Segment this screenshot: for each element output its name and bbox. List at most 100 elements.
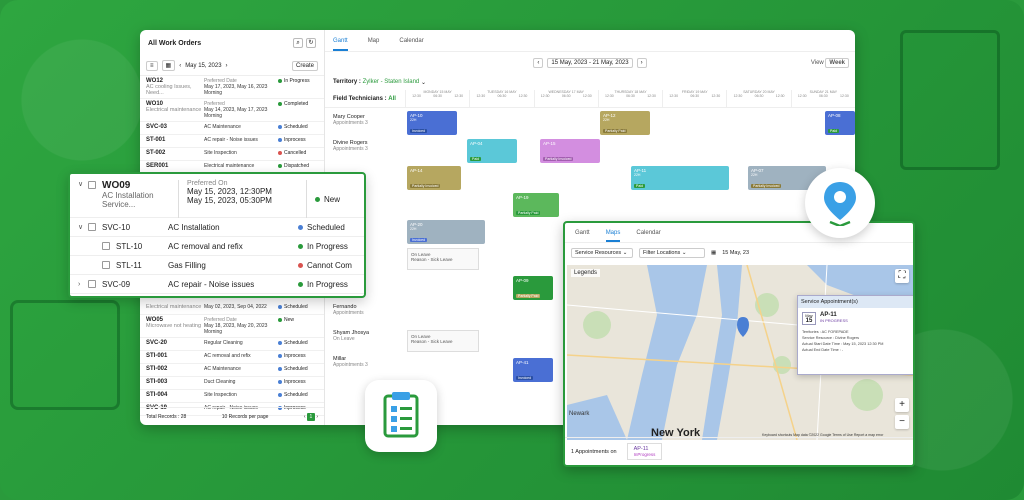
table-row[interactable]: WO05 Microwave not heating Preferred Date M… (140, 315, 324, 338)
status-dot (278, 318, 282, 322)
prev-week-icon[interactable]: ‹ (533, 58, 544, 68)
wo-status-cell: Inprocess (278, 379, 318, 385)
wo-id-cell: SVC-20 (146, 340, 168, 346)
technician-row[interactable]: Divine Rogers Appointments 3 (333, 140, 368, 152)
wo-date-cell: AC repair - Noise issues (204, 137, 258, 143)
status-dot (298, 281, 303, 287)
table-row[interactable]: ST-001 AC repair - Noise issues Inprocess (140, 135, 324, 148)
checkbox[interactable] (102, 261, 110, 269)
fullscreen-icon[interactable]: ⛶ (895, 269, 909, 283)
service-resources-select[interactable]: Service Resources ⌄ (571, 248, 633, 258)
chevron-icon[interactable]: › (78, 281, 88, 288)
wo-card-header[interactable]: ∨ WO09 AC Installation Service... Prefer… (70, 174, 364, 218)
tab-calendar[interactable]: Calendar (636, 230, 660, 236)
prev-date-icon[interactable]: ‹ (179, 63, 181, 69)
popup-detail-line: Actual End Date Time : - (802, 348, 844, 352)
tab-calendar[interactable]: Calendar (399, 38, 423, 44)
wo-card-desc1: AC Installation (102, 191, 154, 200)
chevron-down-icon[interactable]: ∨ (78, 180, 88, 188)
status-dot (278, 305, 282, 309)
table-row[interactable]: STI-003 Duct Cleaning Inprocess (140, 377, 324, 390)
map-canvas[interactable]: Legends New York Newark Keyboard shortcu… (567, 265, 913, 440)
technician-row[interactable]: Mary Cooper Appointments 3 (333, 114, 368, 126)
appointment-bar[interactable]: AP-41 Invoiced (513, 358, 553, 382)
map-date[interactable]: 15 May, 23 (722, 250, 749, 256)
service-row[interactable]: › SVC-09 AC repair - Noise issues In Progre… (70, 275, 364, 294)
checkbox[interactable] (88, 181, 96, 189)
status-badge: Scheduled (284, 304, 308, 310)
zoom-out-button[interactable]: − (895, 415, 909, 429)
status-badge: Cancelled (284, 150, 307, 156)
work-orders-date[interactable]: May 15, 2023 (185, 63, 221, 69)
next-date-icon[interactable]: › (226, 63, 228, 69)
tab-gantt[interactable]: Gantt (575, 230, 590, 236)
status-badge: Inprocess (284, 379, 306, 385)
next-week-icon[interactable]: › (636, 58, 647, 68)
technician-row[interactable]: Millar Appointments 3 (333, 356, 368, 368)
refresh-icon[interactable]: ↻ (306, 38, 316, 48)
appointment-bar[interactable]: AP-08 Paid (825, 111, 855, 135)
chevron-down-icon[interactable]: ⌄ (419, 79, 426, 86)
checkbox[interactable] (88, 280, 96, 288)
appointments-count: 1 Appointments on (571, 448, 617, 455)
wo-status-cell: Scheduled (278, 304, 318, 310)
appointment-bar[interactable]: AP-19 Partially Paid (513, 193, 559, 217)
wo-date-cell: Duct Cleaning (204, 379, 236, 385)
wo-id-cell: ST-002 (146, 150, 166, 156)
service-row[interactable]: STL-11 Gas Filling Cannot Com (70, 256, 364, 275)
appointment-bar[interactable]: AP-04 Paid (467, 139, 517, 163)
tab-gantt[interactable]: Gantt (333, 38, 348, 51)
appointment-bar[interactable]: AP-12 22H Partially Paid (600, 111, 650, 135)
filter-icon[interactable]: ≡ (146, 60, 158, 71)
field-tech-filter[interactable]: Field Technicians : All (325, 90, 405, 107)
appointment-bar[interactable]: AP-14 Partially Invoiced (407, 166, 461, 190)
calendar-icon[interactable]: ▦ (711, 250, 716, 256)
appointment-bar[interactable]: AP-10 22H Invoiced (407, 111, 457, 135)
table-row[interactable]: SVC-20 Regular Cleaning Scheduled (140, 338, 324, 351)
work-orders-title[interactable]: All Work Orders (148, 40, 201, 47)
appointment-bar[interactable]: AP-15 Partially Invoiced (540, 139, 600, 163)
calendar-icon[interactable]: ▦ (161, 60, 176, 71)
table-row[interactable]: STI-002 AC Maintenance Scheduled (140, 364, 324, 377)
table-row[interactable]: WO12 AC cooling Issues, Need... Preferred … (140, 76, 324, 99)
view-selector[interactable]: View Week (811, 58, 849, 68)
service-row[interactable]: ∨ SVC-10 AC Installation Scheduled (70, 218, 364, 237)
filter-locations-select[interactable]: Filter Locations ⌄ (639, 248, 705, 258)
checkbox[interactable] (88, 223, 96, 231)
popup-date-badge: May 15 (802, 312, 816, 325)
appointment-bar[interactable]: AP-11 22H Paid (631, 166, 729, 190)
wo-id-cell: ST-001 (146, 137, 166, 143)
next-page-icon[interactable]: › (316, 414, 318, 420)
table-row[interactable]: Electrical maintenance May 02, 2023, Sep … (140, 302, 324, 315)
date-range[interactable]: 15 May, 2023 - 21 May, 2023 (547, 58, 633, 68)
table-row[interactable]: STI-004 Site Inspection Scheduled (140, 390, 324, 403)
create-button[interactable]: Create (291, 60, 318, 71)
wo-status-cell: Completed (278, 101, 318, 107)
chevron-icon[interactable]: ∨ (78, 223, 88, 231)
tab-map[interactable]: Map (368, 38, 380, 44)
leave-block[interactable]: On Leave Reason - Sick Leave (407, 330, 479, 352)
table-row[interactable]: STI-001 AC removal and refix Inprocess (140, 351, 324, 364)
search-icon[interactable]: ⌕ (293, 38, 303, 48)
service-row[interactable]: STL-10 AC removal and refix In Progress (70, 237, 364, 256)
prev-page-icon[interactable]: ‹ (304, 414, 306, 420)
page-number[interactable]: 1 (306, 412, 315, 421)
leave-block[interactable]: On Leave Reason - Sick Leave (407, 248, 479, 270)
table-row[interactable]: WO10 Electrical maintenance Preferred May 1… (140, 99, 324, 122)
technician-row[interactable]: Fernando Appointments (333, 304, 364, 316)
status-dot (315, 196, 320, 202)
appointment-bar[interactable]: AP-09 Partially Paid (513, 276, 553, 300)
table-row[interactable]: ST-002 Site Inspection Cancelled (140, 148, 324, 161)
zoom-in-button[interactable]: + (895, 398, 909, 412)
table-row[interactable]: SVC-03 AC Maintenance Scheduled (140, 122, 324, 135)
territory-select[interactable]: Zylker - Staten Island (363, 79, 420, 85)
records-per-page[interactable]: 10 Records per page (222, 414, 269, 420)
day-column-header: SUNDAY 21 MAY 12:30 06:30 12:30 (790, 90, 855, 107)
legends-toggle[interactable]: Legends (571, 269, 601, 277)
wo-status-cell: In Progress (278, 78, 318, 84)
footer-appointment[interactable]: AP-11 InProgress (626, 443, 663, 460)
tab-maps[interactable]: Maps (605, 230, 621, 242)
appointment-bar[interactable]: AP-20 22H Invoiced (407, 220, 485, 244)
checkbox[interactable] (102, 242, 110, 250)
technician-row[interactable]: Shyam Jhosya On Leave (333, 330, 369, 342)
